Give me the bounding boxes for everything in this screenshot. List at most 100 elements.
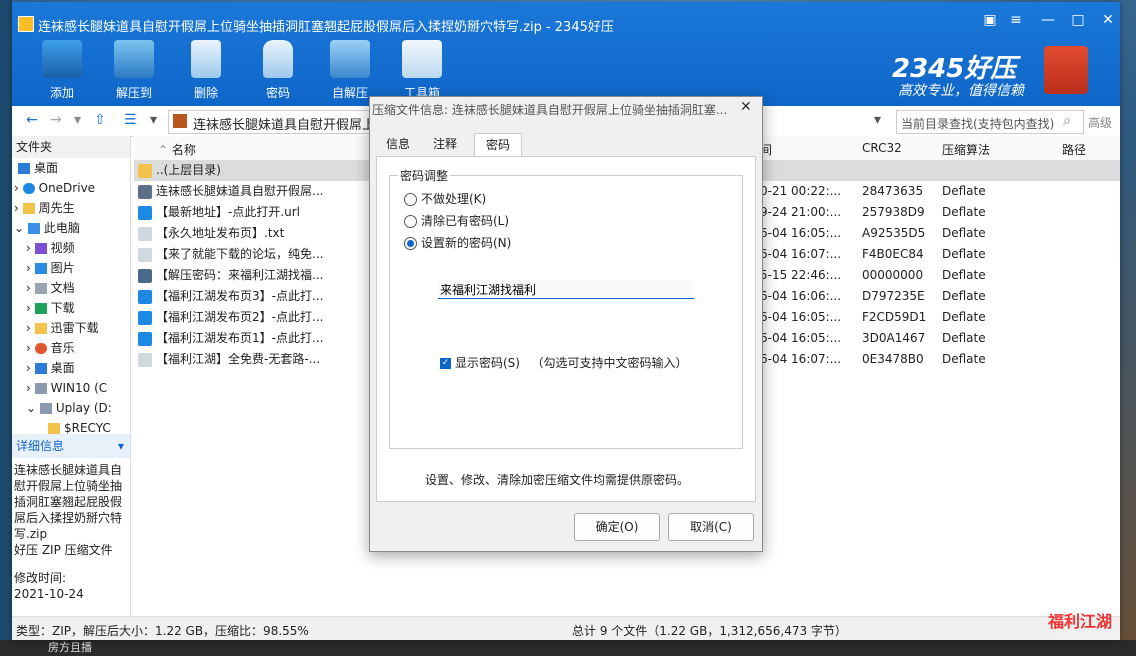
archive-icon [173, 114, 187, 128]
advanced-search-link[interactable]: 高级 [1088, 114, 1112, 131]
close-button[interactable]: ✕ [1098, 10, 1118, 30]
feedback-icon[interactable]: ▣ [980, 10, 1000, 30]
row-method: Deflate [942, 352, 986, 366]
tree-label: 图片 [50, 261, 75, 275]
toolbar-delete-button[interactable]: 删除 [178, 40, 234, 102]
toolbar-password-button[interactable]: 密码 [250, 40, 306, 102]
ok-button[interactable]: 确定(O) [574, 513, 660, 541]
details-modified-label: 修改时间: [14, 571, 67, 585]
tree-item-drive-d[interactable]: ⌄ Uplay (D: [12, 398, 130, 418]
path-dropdown-icon[interactable]: ▾ [874, 112, 881, 128]
back-arrow-icon[interactable]: ← [26, 112, 38, 128]
tree-item-drive-c[interactable]: › WIN10 (C [12, 378, 130, 398]
row-name-text: 【福利江湖发布页2】-点此打... [156, 310, 324, 324]
tree-label: 周先生 [38, 201, 75, 215]
row-crc: D797235E [862, 289, 925, 303]
tree-item-desktop[interactable]: 桌面 [12, 158, 130, 178]
toolbar-add-label: 添加 [49, 86, 74, 100]
row-crc: A92535D5 [862, 226, 926, 240]
row-name: 【福利江湖发布页1】-点此打... [138, 328, 328, 349]
row-time: 6-04 16:07:... [760, 352, 842, 366]
tree-label: 音乐 [50, 341, 75, 355]
tree-item-music[interactable]: › 音乐 [12, 338, 130, 358]
tree-item-pictures[interactable]: › 图片 [12, 258, 130, 278]
tree-item-videos[interactable]: › 视频 [12, 238, 130, 258]
toolbar-add-button[interactable]: 添加 [34, 40, 90, 102]
details-panel: 详细信息 ▾ 连袜感长腿妹道具自慰开假屌上位骑坐抽插洞肛塞翘起屁股假屌后入揉捏奶掰… [12, 434, 131, 620]
toolbar-extract-label: 解压到 [115, 86, 152, 100]
extract-to-icon [114, 40, 154, 78]
col-crc[interactable]: CRC32 [862, 141, 902, 155]
tree-item-user[interactable]: › 周先生 [12, 198, 130, 218]
watermark-logo: 福利江湖 [1048, 612, 1113, 631]
search-icon[interactable]: ⌕ [1063, 113, 1071, 129]
toolbox-icon [402, 40, 442, 78]
folder-icon [138, 163, 152, 178]
view-list-icon[interactable]: ☰ [124, 112, 137, 128]
row-name: 【福利江湖发布页2】-点此打... [138, 307, 328, 328]
brand-slogan: 高效专业，值得信赖 [898, 83, 1024, 99]
tree-item-documents[interactable]: › 文档 [12, 278, 130, 298]
tree-item-thispc[interactable]: ⌄ 此电脑 [12, 218, 130, 238]
col-name[interactable]: ⌃ 名称 [158, 141, 196, 158]
details-header[interactable]: 详细信息 ▾ [12, 434, 130, 458]
tree-label: 桌面 [34, 161, 59, 175]
row-name-text: 连袜感长腿妹道具自慰开假屌... [156, 184, 324, 198]
password-input[interactable] [438, 280, 694, 299]
toolbar-toolbox-button[interactable]: 工具箱 [394, 40, 450, 102]
col-name-label: 名称 [171, 143, 196, 157]
row-time: 6-04 16:05:... [760, 226, 842, 240]
row-method: Deflate [942, 289, 986, 303]
cancel-button[interactable]: 取消(C) [668, 513, 754, 541]
tab-comment[interactable]: 注释 [424, 133, 466, 155]
row-name: 【福利江湖发布页3】-点此打... [138, 286, 328, 307]
tree-item-desktop2[interactable]: › 桌面 [12, 358, 130, 378]
forward-arrow-icon[interactable]: → [50, 112, 62, 128]
row-crc: F4B0EC84 [862, 247, 924, 261]
collapse-icon[interactable]: ▾ [118, 434, 124, 458]
tree-label: 迅雷下载 [50, 321, 99, 335]
row-name-text: 【最新地址】-点此打开.url [156, 205, 301, 219]
folder-icon [22, 203, 35, 214]
document-icon [34, 283, 47, 294]
toolbar-delete-label: 删除 [193, 86, 218, 100]
music-icon [34, 343, 47, 354]
dialog-close-icon[interactable]: ✕ [740, 99, 752, 115]
row-time: 6-04 16:05:... [760, 331, 842, 345]
search-input[interactable]: 当前目录查找(支持包内查找) ⌕ [896, 110, 1084, 134]
minimize-button[interactable]: — [1038, 10, 1058, 30]
row-method: Deflate [942, 205, 986, 219]
up-folder-icon[interactable]: ⇧ [94, 112, 106, 128]
col-method[interactable]: 压缩算法 [942, 141, 990, 158]
tree-label: 视频 [50, 241, 75, 255]
row-crc: 0E3478B0 [862, 352, 924, 366]
view-dropdown-icon[interactable]: ▾ [150, 112, 157, 128]
radio-clear-password[interactable]: 清除已有密码(L) [404, 212, 509, 229]
path-bar[interactable]: 连袜感长腿妹道具自慰开假屌上位 [168, 110, 388, 134]
toolbar-password-label: 密码 [265, 86, 290, 100]
show-password-checkbox[interactable]: ✓ 显示密码(S) （勾选可支持中文密码输入） [440, 354, 687, 371]
menu-icon[interactable]: ≡ [1006, 10, 1026, 30]
taskbar: 房方且播 [0, 640, 1136, 656]
toolbar-extract-button[interactable]: 解压到 [106, 40, 162, 102]
tree-item-onedrive[interactable]: › OneDrive [12, 178, 130, 198]
tree-item-downloads[interactable]: › 下载 [12, 298, 130, 318]
file-icon [138, 205, 152, 220]
dropdown-icon[interactable]: ▾ [74, 112, 81, 128]
brand-logo-icon [1044, 46, 1088, 94]
file-icon [138, 331, 152, 346]
tree-item-xunlei[interactable]: › 迅雷下载 [12, 318, 130, 338]
radio-set-password[interactable]: 设置新的密码(N) [404, 234, 511, 251]
toolbar-selfextract-button[interactable]: 自解压 [322, 40, 378, 102]
row-name: 【最新地址】-点此打开.url [138, 202, 328, 223]
tree-label: 桌面 [50, 361, 75, 375]
tab-password[interactable]: 密码 [474, 133, 522, 156]
radio-circle-icon [404, 193, 417, 206]
radio-no-change[interactable]: 不做处理(K) [404, 190, 486, 207]
maximize-button[interactable]: □ [1068, 10, 1088, 30]
add-archive-icon [42, 40, 82, 78]
tab-info[interactable]: 信息 [378, 133, 418, 155]
row-name-text: 【解压密码：来福利江湖找福... [156, 268, 324, 282]
taskbar-text: 房方且播 [48, 641, 92, 654]
col-path[interactable]: 路径 [1062, 141, 1086, 158]
